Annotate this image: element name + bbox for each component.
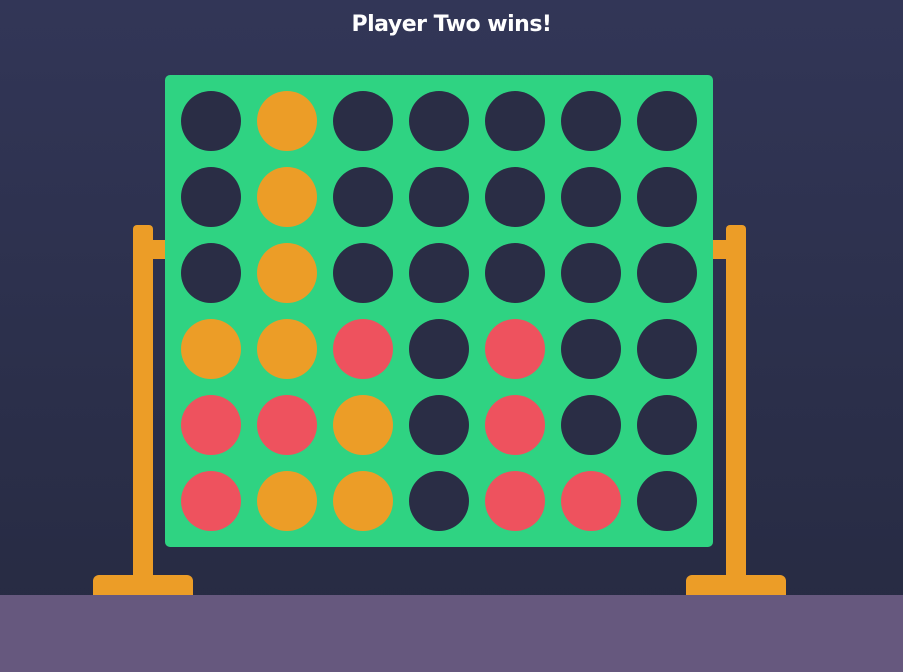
board-cell-r1-c6[interactable] (561, 91, 621, 151)
board-cell-r4-c7[interactable] (637, 319, 697, 379)
board-cell-r2-c7[interactable] (637, 167, 697, 227)
board-cell-r6-c6[interactable] (561, 471, 621, 531)
board-cell-r5-c4[interactable] (409, 395, 469, 455)
board-cell-r5-c1[interactable] (181, 395, 241, 455)
board-cell-r4-c1[interactable] (181, 319, 241, 379)
board-cell-r3-c5[interactable] (485, 243, 545, 303)
board-cell-r3-c4[interactable] (409, 243, 469, 303)
board-cell-r1-c2[interactable] (257, 91, 317, 151)
board-cell-r2-c6[interactable] (561, 167, 621, 227)
stand-right-foot (686, 575, 786, 595)
board-cell-r6-c4[interactable] (409, 471, 469, 531)
board-cell-r1-c4[interactable] (409, 91, 469, 151)
board-cell-r6-c1[interactable] (181, 471, 241, 531)
board-cell-r3-c2[interactable] (257, 243, 317, 303)
board-cell-r5-c7[interactable] (637, 395, 697, 455)
board-cell-r3-c6[interactable] (561, 243, 621, 303)
floor (0, 595, 903, 672)
stand-left-post (133, 225, 153, 595)
board-cell-r5-c6[interactable] (561, 395, 621, 455)
board-cell-r2-c4[interactable] (409, 167, 469, 227)
board-cell-r3-c7[interactable] (637, 243, 697, 303)
game-status-message: Player Two wins! (351, 12, 552, 37)
stand-right-bracket (713, 240, 727, 259)
board-cell-r4-c6[interactable] (561, 319, 621, 379)
board-cell-r4-c2[interactable] (257, 319, 317, 379)
board-cell-r4-c4[interactable] (409, 319, 469, 379)
board-cell-r5-c5[interactable] (485, 395, 545, 455)
board-cell-r2-c5[interactable] (485, 167, 545, 227)
stand-left-foot (93, 575, 193, 595)
board-cell-r1-c5[interactable] (485, 91, 545, 151)
board-cell-r3-c1[interactable] (181, 243, 241, 303)
board-cell-r4-c5[interactable] (485, 319, 545, 379)
board-cell-r2-c2[interactable] (257, 167, 317, 227)
board-cell-r1-c7[interactable] (637, 91, 697, 151)
stand-right-post (726, 225, 746, 595)
board-cell-r2-c3[interactable] (333, 167, 393, 227)
board-cell-r6-c5[interactable] (485, 471, 545, 531)
board-cell-r3-c3[interactable] (333, 243, 393, 303)
board-cell-r6-c3[interactable] (333, 471, 393, 531)
board-cell-r6-c7[interactable] (637, 471, 697, 531)
board-cell-r6-c2[interactable] (257, 471, 317, 531)
board-cell-r4-c3[interactable] (333, 319, 393, 379)
board-cell-r1-c3[interactable] (333, 91, 393, 151)
board-cell-r5-c2[interactable] (257, 395, 317, 455)
board-cell-r5-c3[interactable] (333, 395, 393, 455)
board-cell-r1-c1[interactable] (181, 91, 241, 151)
game-board (165, 75, 713, 547)
stand-left-bracket (152, 240, 166, 259)
board-cell-r2-c1[interactable] (181, 167, 241, 227)
